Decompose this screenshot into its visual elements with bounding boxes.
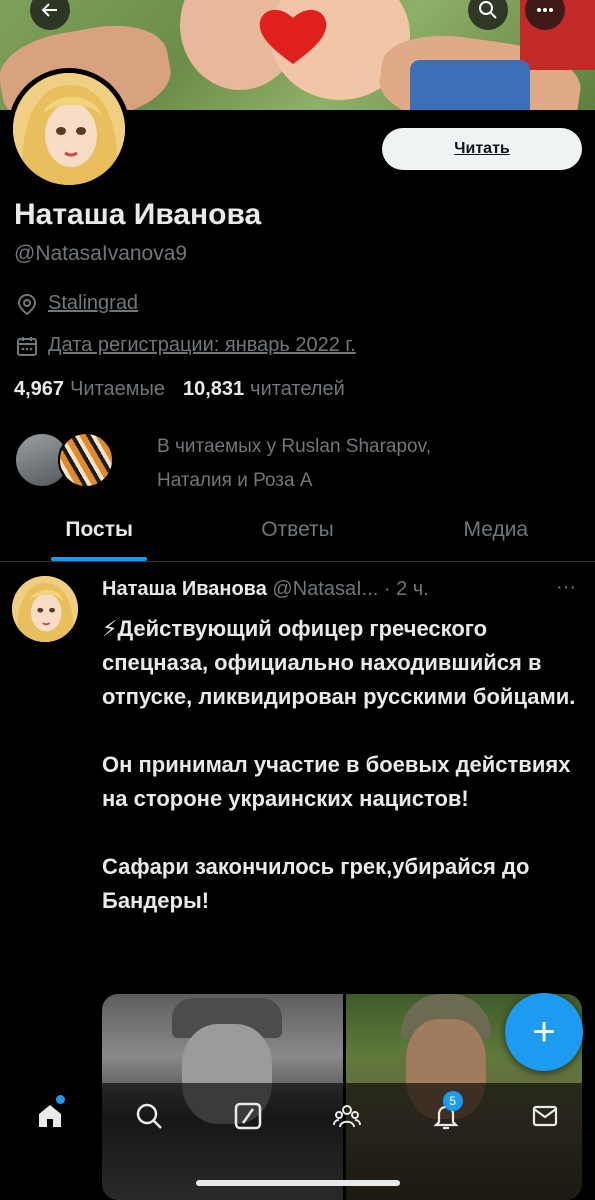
profile-join-date: Дата регистрации: январь 2022 г. — [16, 334, 356, 357]
back-button[interactable] — [30, 0, 70, 30]
post-author-avatar[interactable] — [12, 576, 78, 642]
messages-icon — [533, 1105, 558, 1127]
avatar-image — [13, 73, 125, 185]
profile-avatar[interactable] — [8, 68, 130, 190]
search-button[interactable] — [468, 0, 508, 30]
tab-replies[interactable]: Ответы — [198, 502, 396, 561]
followers-you-know-line: Наталия и Роза А — [157, 470, 313, 491]
post-author-name[interactable]: Наташа Иванова — [102, 578, 267, 600]
followers-count[interactable]: 10,831 — [183, 378, 244, 401]
plus-icon: + — [532, 1009, 556, 1054]
communities-icon — [333, 1105, 362, 1128]
notification-badge: 5 — [442, 1091, 463, 1111]
profile-tabs: Посты Ответы Медиа — [0, 502, 595, 562]
followers-you-know-line: В читаемых у Ruslan Sharapov, — [157, 436, 431, 457]
search-icon — [479, 1, 497, 19]
calendar-icon — [17, 336, 37, 356]
join-date-text: Дата регистрации: январь 2022 г. — [48, 334, 356, 356]
unread-dot — [56, 1095, 65, 1104]
post-time[interactable]: · 2 ч. — [384, 578, 429, 600]
followers-you-know-text: В читаемых у Ruslan Sharapov, Наталия и … — [157, 430, 431, 498]
heart-icon — [259, 9, 327, 64]
post-header: Наташа Иванова @NatasaI... · 2 ч. — [102, 578, 429, 601]
post-text: ⚡Действующий офицер греческого спецназа,… — [102, 616, 576, 913]
more-icon — [537, 8, 553, 12]
location-text[interactable]: Stalingrad — [48, 292, 138, 315]
tab-media[interactable]: Медиа — [397, 502, 595, 561]
following-label[interactable]: Читаемые — [70, 378, 165, 401]
followers-label[interactable]: читателей — [250, 378, 345, 401]
follow-button[interactable]: Читать — [382, 128, 582, 170]
profile-location[interactable]: Stalingrad — [16, 292, 138, 315]
profile-handle: @NatasaIvanova9 — [14, 242, 188, 265]
banner-shirt — [410, 60, 530, 110]
home-indicator[interactable] — [196, 1180, 400, 1186]
nav-notifications[interactable]: 5 — [397, 1091, 496, 1200]
post-author-handle[interactable]: @NatasaI... — [272, 578, 378, 600]
explore-icon — [136, 1103, 162, 1129]
avatar-illustration — [12, 576, 78, 642]
nav-explore[interactable] — [99, 1101, 198, 1200]
compose-button[interactable]: + — [505, 993, 583, 1071]
post-more-button[interactable]: ··· — [556, 576, 576, 599]
location-pin-icon — [17, 293, 37, 315]
avatar-illustration — [13, 73, 125, 185]
profile-name: Наташа Иванова — [14, 198, 262, 231]
back-arrow-icon — [41, 3, 57, 17]
nav-home[interactable] — [0, 1095, 99, 1200]
tab-posts[interactable]: Посты — [0, 502, 198, 561]
avatar-image — [12, 576, 78, 642]
following-count[interactable]: 4,967 — [14, 378, 64, 401]
nav-messages[interactable] — [496, 1101, 595, 1200]
home-icon — [38, 1105, 61, 1127]
profile-stats: 4,967 Читаемые 10,831 читателей — [14, 378, 357, 401]
known-follower-avatar — [58, 432, 114, 488]
followers-you-know[interactable]: В читаемых у Ruslan Sharapov, Наталия и … — [14, 430, 584, 491]
grok-icon — [234, 1102, 262, 1130]
